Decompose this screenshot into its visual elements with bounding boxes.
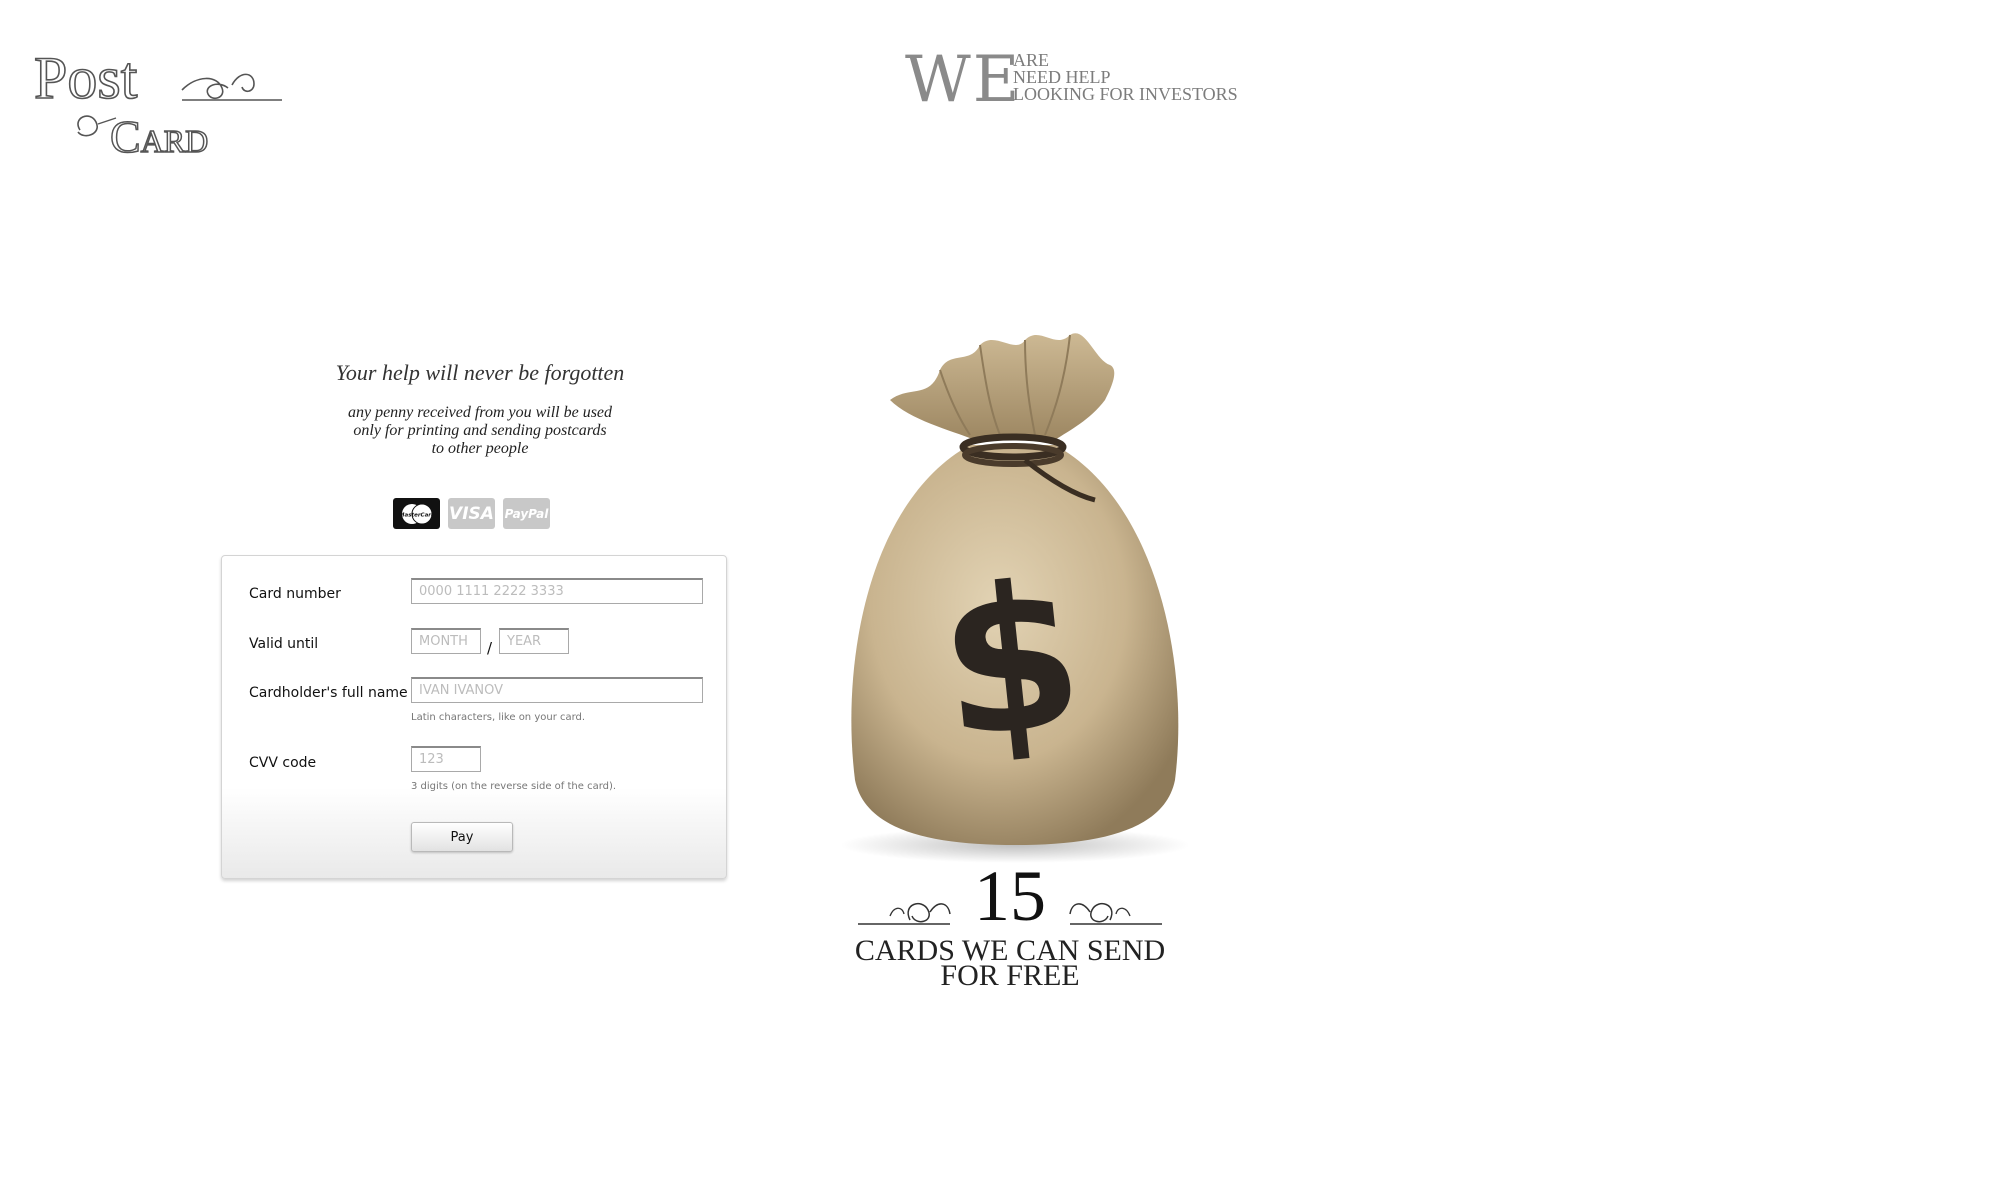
card-number-label: Card number <box>249 586 341 602</box>
card-number-input[interactable] <box>411 578 703 604</box>
tagline-big-word: WE <box>905 43 1022 117</box>
free-cards-number: 15 <box>974 856 1046 936</box>
cardholder-hint: Latin characters, like on your card. <box>411 712 586 723</box>
expiry-year-input[interactable] <box>499 628 569 654</box>
postcard-logo-graphic: Post Card <box>33 44 282 163</box>
visa-icon[interactable]: VISA <box>448 498 495 529</box>
tagline-lines: ARE NEED HELP LOOKING FOR INVESTORS <box>1013 51 1238 104</box>
payment-methods: MasterCard VISA PayPal <box>393 498 550 530</box>
intro-subtext-line-3: to other people <box>431 440 529 457</box>
logo-word-card: Card <box>110 111 208 162</box>
logo-word-post: Post <box>34 45 138 111</box>
tagline-line-3: LOOKING FOR INVESTORS <box>1013 84 1238 104</box>
pay-button[interactable]: Pay <box>411 822 513 852</box>
intro-subtext-line-2: only for printing and sending postcards <box>353 422 607 439</box>
cardholder-name-input[interactable] <box>411 677 703 703</box>
cvv-hint: 3 digits (on the reverse side of the car… <box>411 781 617 792</box>
intro-headline: Your help will never be forgotten <box>335 360 625 385</box>
mastercard-icon[interactable]: MasterCard <box>393 498 440 529</box>
money-bag-image: $ <box>810 330 1210 870</box>
mastercard-label: MasterCard <box>399 512 435 518</box>
free-cards-caption: CARDS WE CAN SEND FOR FREE <box>850 936 1170 991</box>
expiry-separator: / <box>487 639 493 657</box>
page: Post Card WE ARE NEED HELP LOOKING FOR I… <box>0 0 2000 1200</box>
intro-subtext-line-1: any penny received from you will be used <box>347 404 613 421</box>
svg-text:$: $ <box>930 538 1093 784</box>
intro-subtext: any penny received from you will be used… <box>270 404 690 458</box>
postcard-logo[interactable]: Post Card <box>32 40 292 165</box>
paypal-icon[interactable]: PayPal <box>503 498 550 529</box>
payment-form: Card number Valid until / Cardholder's f… <box>221 555 727 879</box>
cardholder-label: Cardholder's full name <box>249 685 408 701</box>
cvv-label: CVV code <box>249 755 317 771</box>
free-cards-counter: 15 CARDS WE CAN SEND FOR FREE <box>850 860 1170 1000</box>
expiry-month-input[interactable] <box>411 628 481 654</box>
cvv-input[interactable] <box>411 746 481 772</box>
valid-until-label: Valid until <box>249 636 319 652</box>
